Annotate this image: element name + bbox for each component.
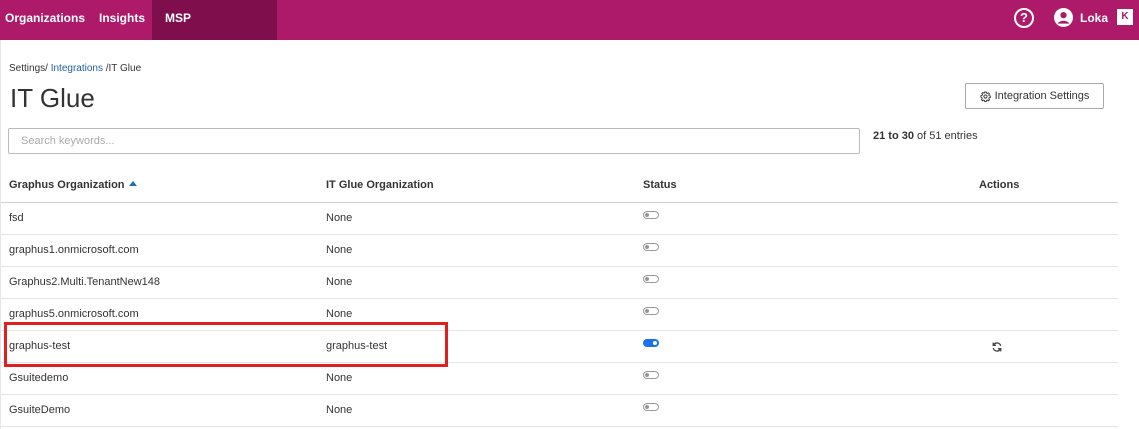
status-toggle[interactable] <box>643 211 659 219</box>
breadcrumb-integrations-link[interactable]: Integrations <box>51 63 103 74</box>
integration-settings-button[interactable]: Integration Settings <box>965 83 1104 109</box>
itglue-organization-cell: None <box>326 404 353 416</box>
itglue-organization-cell: None <box>326 308 353 320</box>
column-header-itglue-organization[interactable]: IT Glue Organization <box>326 179 434 191</box>
help-icon[interactable]: ? <box>1014 8 1034 28</box>
status-toggle[interactable] <box>643 371 659 379</box>
main-content: Settings/ Integrations /IT Glue IT Glue … <box>0 40 1139 429</box>
nav-insights[interactable]: Insights <box>99 0 145 40</box>
page-title: IT Glue <box>10 83 95 113</box>
status-toggle[interactable] <box>643 339 659 347</box>
user-avatar-icon[interactable] <box>1054 8 1073 27</box>
graphus-organization-cell: graphus-test <box>9 340 71 352</box>
status-toggle[interactable] <box>643 403 659 411</box>
column-header-actions: Actions <box>979 179 1020 191</box>
table-row: graphus1.onmicrosoft.com None <box>1 235 1118 267</box>
breadcrumb: Settings/ Integrations /IT Glue <box>9 63 141 74</box>
entries-count: 21 to 30 of 51 entries <box>873 130 978 142</box>
sort-ascending-icon <box>128 181 137 186</box>
table-row: graphus-test graphus-test <box>1 331 1118 363</box>
itglue-organization-cell: None <box>326 276 353 288</box>
integration-settings-label: Integration Settings <box>994 90 1090 102</box>
status-toggle[interactable] <box>643 307 659 315</box>
breadcrumb-current: /IT Glue <box>105 63 142 74</box>
entries-range: 21 to 30 <box>873 130 914 142</box>
column-header-graphus-organization[interactable]: Graphus Organization <box>9 179 137 191</box>
itglue-organization-cell: graphus-test <box>326 340 388 352</box>
status-toggle[interactable] <box>643 275 659 283</box>
column-header-status[interactable]: Status <box>643 179 677 191</box>
graphus-organization-cell: GsuiteDemo <box>9 404 71 416</box>
search-input[interactable] <box>8 128 860 154</box>
table-row: Graphus2.Multi.TenantNew148 None <box>1 267 1118 299</box>
table-row: GsuiteDemo None <box>1 395 1118 427</box>
entries-suffix: of 51 entries <box>913 130 978 142</box>
nav-organizations[interactable]: Organizations <box>5 0 85 40</box>
status-toggle[interactable] <box>643 243 659 251</box>
graphus-organization-cell: Gsuitedemo <box>9 372 69 384</box>
itglue-organization-cell: None <box>326 372 353 384</box>
graphus-organization-cell: fsd <box>9 212 24 224</box>
gear-icon <box>980 90 991 102</box>
user-name[interactable]: Loka <box>1080 0 1108 36</box>
itglue-organization-cell: None <box>326 244 353 256</box>
breadcrumb-settings: Settings/ <box>9 63 48 74</box>
top-navigation-bar: Organizations Insights MSP Administratio… <box>0 0 1139 61</box>
graphus-organization-cell: graphus1.onmicrosoft.com <box>9 244 139 256</box>
refresh-icon[interactable] <box>991 341 1003 353</box>
graphus-organization-cell: graphus5.onmicrosoft.com <box>9 308 139 320</box>
table-row: graphus5.onmicrosoft.com None <box>1 299 1118 331</box>
itglue-organization-cell: None <box>326 212 353 224</box>
column-header-label: Graphus Organization <box>9 179 125 191</box>
graphus-organization-cell: Graphus2.Multi.TenantNew148 <box>9 276 161 288</box>
nav-msp-administration[interactable]: MSP Administration <box>152 0 277 61</box>
brand-logo: K <box>1117 9 1133 25</box>
table-row: fsd None <box>1 203 1118 235</box>
table-row: Gsuitedemo None <box>1 363 1118 395</box>
